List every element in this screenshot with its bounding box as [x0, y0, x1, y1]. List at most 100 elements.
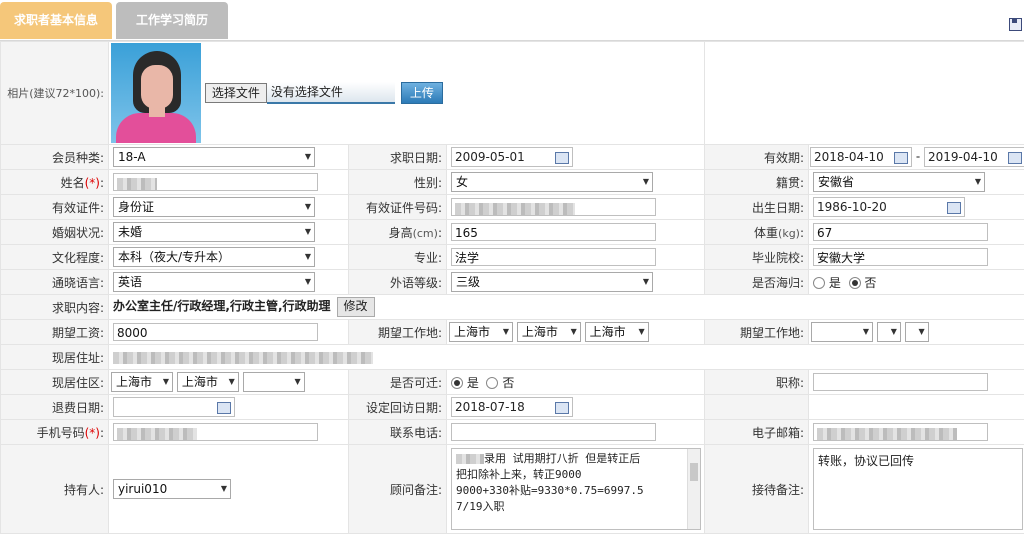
birth-label: 出生日期:: [704, 194, 810, 220]
callback-date-input[interactable]: 2018-07-18: [451, 397, 573, 417]
email-input[interactable]: [813, 423, 989, 441]
refund-date-input[interactable]: [113, 397, 235, 417]
language-select[interactable]: 英语: [113, 272, 315, 292]
valid-period-label: 有效期:: [704, 144, 810, 170]
apply-date-label: 求职日期:: [348, 144, 447, 170]
calendar-icon[interactable]: [555, 402, 569, 414]
address-value: [113, 351, 373, 364]
relocate-no-radio[interactable]: [486, 377, 499, 389]
date-separator: -: [915, 149, 921, 164]
calendar-icon[interactable]: [947, 202, 962, 214]
callback-date-label: 设定回访日期:: [348, 394, 447, 420]
education-label: 文化程度:: [0, 244, 109, 270]
relocate-no-label: 否: [502, 375, 515, 390]
district-area-select[interactable]: [242, 372, 305, 392]
calendar-icon[interactable]: [555, 152, 569, 164]
mobile-label: 手机号码(*):: [0, 419, 109, 445]
name-label: 姓名(*):: [0, 169, 109, 195]
salary-input[interactable]: 8000: [113, 323, 318, 341]
overseas-yes-label: 是: [828, 275, 841, 290]
birth-input[interactable]: 1986-10-20: [813, 197, 966, 217]
work-district-select-2[interactable]: [904, 322, 929, 342]
consultant-note-textarea[interactable]: 录用 试用期打八折 但是转正后 把扣除补上来，转正9000 9000+330补贴…: [451, 448, 701, 530]
school-label: 毕业院校:: [704, 244, 810, 270]
work-district-select[interactable]: 上海市: [584, 322, 649, 342]
relocate-yes-label: 是: [466, 375, 479, 390]
valid-from-input[interactable]: 2018-04-10: [810, 147, 913, 167]
work-province-select[interactable]: 上海市: [449, 322, 513, 342]
job-seeker-form: 相片(建议72*100): 选择文件没有选择文件上传 会员种类: 18-A 求职…: [0, 41, 1024, 534]
reception-note-label: 接待备注:: [704, 444, 810, 534]
id-type-select[interactable]: 身份证: [113, 197, 315, 217]
gender-label: 性别:: [348, 169, 447, 195]
relocate-yes-radio[interactable]: [451, 377, 463, 389]
name-input[interactable]: [113, 173, 318, 191]
holder-select[interactable]: yirui010: [113, 479, 231, 499]
tab-basic-info[interactable]: 求职者基本信息: [0, 2, 112, 39]
title-input[interactable]: [813, 373, 989, 391]
school-input[interactable]: 安徽大学: [813, 248, 989, 266]
title-label-2: [704, 394, 810, 420]
lang-level-select[interactable]: 三级: [451, 272, 653, 292]
photo-label: 相片(建议72*100):: [0, 41, 109, 145]
address-label: 现居住址:: [0, 344, 109, 370]
marital-select[interactable]: 未婚: [113, 222, 315, 242]
email-label: 电子邮箱:: [704, 419, 810, 445]
choose-file-button[interactable]: 选择文件: [204, 83, 267, 103]
refund-date-label: 退费日期:: [0, 394, 109, 420]
lang-level-label: 外语等级:: [348, 269, 447, 295]
marital-label: 婚姻状况:: [0, 219, 109, 245]
member-type-select[interactable]: 18-A: [113, 147, 315, 167]
native-label: 籍贯:: [704, 169, 810, 195]
valid-to-input[interactable]: 2019-04-10: [924, 147, 1024, 167]
phone-label: 联系电话:: [348, 419, 447, 445]
work-city-select[interactable]: 上海市: [516, 322, 581, 342]
weight-input[interactable]: 67: [813, 223, 989, 241]
photo-image: [111, 43, 201, 143]
id-type-label: 有效证件:: [0, 194, 109, 220]
mobile-input[interactable]: [113, 423, 318, 441]
height-input[interactable]: 165: [451, 223, 656, 241]
district-province-select[interactable]: 上海市: [111, 372, 173, 392]
education-select[interactable]: 本科（夜大/专升本）: [113, 247, 315, 267]
id-number-label: 有效证件号码:: [348, 194, 447, 220]
work-place-label: 期望工作地:: [348, 319, 447, 345]
work-city-select-2[interactable]: [876, 322, 901, 342]
job-content-label: 求职内容:: [0, 294, 109, 320]
tab-resume[interactable]: 工作学习简历: [116, 2, 228, 39]
weight-label: 体重(kg):: [704, 219, 810, 245]
salary-label: 期望工资:: [0, 319, 109, 345]
language-label: 通晓语言:: [0, 269, 109, 295]
upload-button[interactable]: 上传: [400, 82, 443, 104]
overseas-yes-radio[interactable]: [813, 277, 826, 289]
file-status: 没有选择文件: [266, 82, 395, 104]
textarea-scrollbar[interactable]: [687, 449, 700, 529]
relocate-label: 是否可迁:: [348, 369, 447, 395]
edit-button[interactable]: 修改: [336, 297, 375, 317]
overseas-no-radio[interactable]: [848, 277, 861, 289]
gender-select[interactable]: 女: [451, 172, 653, 192]
overseas-no-label: 否: [864, 275, 877, 290]
id-number-input[interactable]: [451, 198, 656, 216]
work-place-label-2: 期望工作地:: [704, 319, 810, 345]
calendar-icon[interactable]: [217, 402, 231, 414]
member-type-label: 会员种类:: [0, 144, 109, 170]
native-select[interactable]: 安徽省: [813, 172, 986, 192]
tab-bar: 求职者基本信息 工作学习简历: [0, 0, 1024, 41]
title-label: 职称:: [704, 369, 810, 395]
phone-input[interactable]: [451, 423, 656, 441]
overseas-label: 是否海归:: [704, 269, 810, 295]
calendar-icon[interactable]: [894, 152, 909, 164]
consultant-note-label: 顾问备注:: [348, 444, 447, 534]
major-label: 专业:: [348, 244, 447, 270]
major-input[interactable]: 法学: [451, 248, 656, 266]
job-content-value: 办公室主任/行政经理,行政主管,行政助理: [113, 299, 331, 313]
save-icon[interactable]: [1009, 18, 1022, 31]
holder-label: 持有人:: [0, 444, 109, 534]
height-label: 身高(cm):: [348, 219, 447, 245]
district-city-select[interactable]: 上海市: [176, 372, 239, 392]
reception-note-textarea[interactable]: 转账，协议已回传: [813, 448, 1024, 530]
work-province-select-2[interactable]: [811, 322, 874, 342]
apply-date-input[interactable]: 2009-05-01: [451, 147, 573, 167]
calendar-icon[interactable]: [1008, 152, 1023, 164]
